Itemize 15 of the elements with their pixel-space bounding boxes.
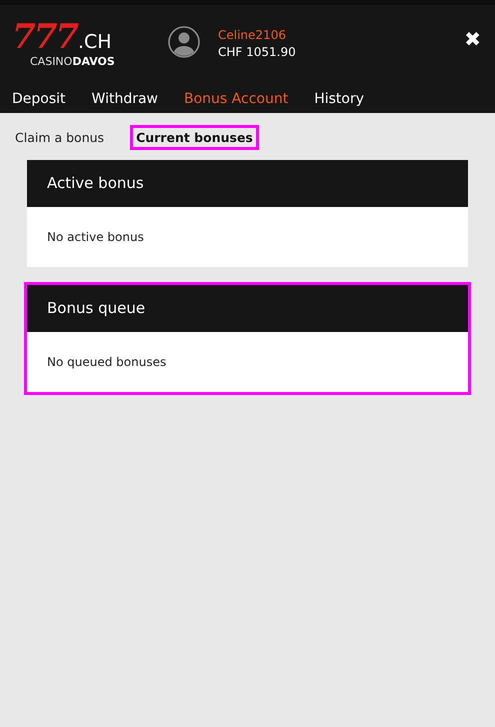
logo[interactable]: 777.CH CASINODAVOS [12, 20, 168, 68]
nav-tab[interactable]: Deposit [12, 91, 66, 107]
sub-tab[interactable]: Claim a bonus [9, 125, 110, 150]
empty-message: No active bonus [47, 230, 144, 244]
close-button[interactable]: ✖ [464, 27, 481, 51]
sub-tab[interactable]: Current bonuses [130, 125, 259, 150]
balance: CHF 1051.90 [218, 44, 296, 61]
empty-message: No queued bonuses [47, 355, 166, 369]
nav-tab[interactable]: History [314, 91, 364, 107]
nav-tab[interactable]: Bonus Account [184, 91, 288, 107]
username: Celine2106 [218, 27, 287, 44]
avatar-icon[interactable] [168, 26, 200, 58]
panel-title: Active bonus [27, 160, 468, 207]
panel-title: Bonus queue [27, 285, 468, 332]
nav-tab[interactable]: Withdraw [92, 91, 158, 107]
